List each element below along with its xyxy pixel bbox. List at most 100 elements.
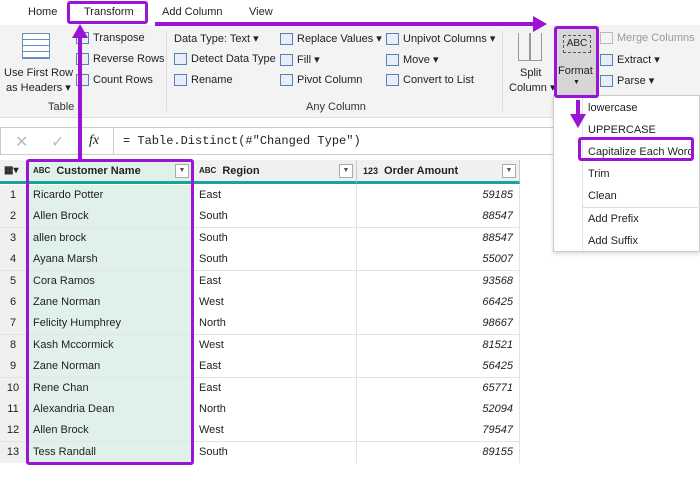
move-button[interactable]: Move ▾ xyxy=(386,53,438,66)
annotation-arrow-right xyxy=(155,22,535,26)
cell-region[interactable]: South xyxy=(193,249,357,271)
cell-order-amount[interactable]: 59185 xyxy=(357,185,520,206)
cell-region[interactable]: West xyxy=(193,420,357,442)
menu-item-clean[interactable]: Clean xyxy=(588,190,617,202)
arrow-head-right-icon xyxy=(533,16,547,32)
menu-item-add-suffix[interactable]: Add Suffix xyxy=(588,235,638,247)
table-icon xyxy=(22,33,50,59)
as-headers-label[interactable]: as Headers ▾ xyxy=(6,81,71,94)
filter-dropdown-icon[interactable]: ▼ xyxy=(339,164,353,178)
replace-values-button[interactable]: Replace Values ▾ xyxy=(280,32,382,45)
divider xyxy=(113,128,114,154)
row-number[interactable]: 3 xyxy=(0,227,27,249)
cell-region[interactable]: South xyxy=(193,441,357,463)
menu-item-lowercase[interactable]: lowercase xyxy=(588,102,638,114)
cell-region[interactable]: East xyxy=(193,356,357,378)
highlight-capitalize-item xyxy=(578,137,694,161)
pivot-column-button[interactable]: Pivot Column xyxy=(280,74,362,86)
column-header-region[interactable]: ABC Region ▼ xyxy=(193,160,357,184)
cell-region[interactable]: North xyxy=(193,313,357,335)
cell-order-amount[interactable]: 88547 xyxy=(357,206,520,228)
menu-item-trim[interactable]: Trim xyxy=(588,168,610,180)
highlight-customer-column xyxy=(26,159,194,465)
cancel-icon[interactable]: ✕ xyxy=(15,132,28,152)
number-type-icon: 123 xyxy=(363,165,379,176)
row-number[interactable]: 6 xyxy=(0,292,27,313)
tab-add-column[interactable]: Add Column xyxy=(162,6,223,18)
cell-region[interactable]: South xyxy=(193,227,357,249)
cell-order-amount[interactable]: 88547 xyxy=(357,227,520,249)
row-number[interactable]: 10 xyxy=(0,377,27,399)
parse-button[interactable]: Parse ▾ xyxy=(600,74,654,87)
row-number[interactable]: 12 xyxy=(0,420,27,442)
extract-button[interactable]: Extract ▾ xyxy=(600,53,660,66)
formula-input[interactable]: = Table.Distinct(#"Changed Type") xyxy=(123,134,361,148)
unpivot-columns-button[interactable]: Unpivot Columns ▾ xyxy=(386,32,495,45)
cell-order-amount[interactable]: 56425 xyxy=(357,356,520,378)
use-first-row-button[interactable]: Use First Row xyxy=(4,67,73,79)
replace-icon xyxy=(280,32,293,45)
fx-icon[interactable]: fx xyxy=(89,133,99,149)
detect-data-type-button[interactable]: Detect Data Type xyxy=(174,53,276,65)
tab-view[interactable]: View xyxy=(249,6,273,18)
split-label[interactable]: Split xyxy=(520,67,541,79)
rename-icon xyxy=(174,74,187,86)
convert-to-list-button[interactable]: Convert to List xyxy=(386,74,474,86)
row-number[interactable]: 9 xyxy=(0,356,27,378)
row-number[interactable]: 4 xyxy=(0,249,27,271)
cell-region[interactable]: South xyxy=(193,206,357,228)
cell-region[interactable]: East xyxy=(193,377,357,399)
text-type-icon: ABC xyxy=(199,166,217,175)
arrow-head-down-icon xyxy=(570,114,586,128)
cell-order-amount[interactable]: 55007 xyxy=(357,249,520,271)
split-column-button[interactable]: Column ▾ xyxy=(509,81,555,94)
merge-columns-button[interactable]: Merge Columns xyxy=(600,32,695,44)
select-all-corner[interactable]: ▦▾ xyxy=(0,160,27,184)
divider xyxy=(166,31,167,111)
divider xyxy=(582,207,700,208)
cell-order-amount[interactable]: 52094 xyxy=(357,399,520,420)
menu-item-uppercase[interactable]: UPPERCASE xyxy=(588,124,656,136)
cell-region[interactable]: East xyxy=(193,185,357,206)
cell-order-amount[interactable]: 98667 xyxy=(357,313,520,335)
row-number[interactable]: 8 xyxy=(0,334,27,356)
group-label-any-column: Any Column xyxy=(306,101,366,113)
cell-region[interactable]: East xyxy=(193,270,357,292)
split-column-icon xyxy=(518,33,542,61)
merge-icon xyxy=(600,32,613,44)
cell-order-amount[interactable]: 65771 xyxy=(357,377,520,399)
column-header-order-amount[interactable]: 123 Order Amount ▼ xyxy=(357,160,520,184)
cell-region[interactable]: North xyxy=(193,399,357,420)
tab-home[interactable]: Home xyxy=(28,6,57,18)
menu-item-add-prefix[interactable]: Add Prefix xyxy=(588,213,639,225)
row-number[interactable]: 5 xyxy=(0,270,27,292)
cell-order-amount[interactable]: 93568 xyxy=(357,270,520,292)
row-number[interactable]: 1 xyxy=(0,185,27,206)
cell-region[interactable]: West xyxy=(193,334,357,356)
cell-order-amount[interactable]: 89155 xyxy=(357,441,520,463)
data-type-dropdown[interactable]: Data Type: Text ▾ xyxy=(174,32,259,45)
list-icon xyxy=(386,74,399,86)
row-number[interactable]: 11 xyxy=(0,399,27,420)
detect-icon xyxy=(174,53,187,65)
filter-dropdown-icon[interactable]: ▼ xyxy=(502,164,516,178)
arrow-head-up-icon xyxy=(72,24,88,38)
group-label-table: Table xyxy=(48,101,75,113)
cell-order-amount[interactable]: 81521 xyxy=(357,334,520,356)
reverse-rows-button[interactable]: Reverse Rows xyxy=(76,53,165,65)
cell-order-amount[interactable]: 79547 xyxy=(357,420,520,442)
row-number[interactable]: 2 xyxy=(0,206,27,228)
row-number[interactable]: 13 xyxy=(0,441,27,463)
cell-region[interactable]: West xyxy=(193,292,357,313)
rename-button[interactable]: Rename xyxy=(174,74,233,86)
pivot-icon xyxy=(280,74,293,86)
fill-button[interactable]: Fill ▾ xyxy=(280,53,320,66)
annotation-arrow-up xyxy=(78,36,82,160)
formula-bar: ✕ ✓ fx = Table.Distinct(#"Changed Type") xyxy=(0,127,556,155)
count-rows-button[interactable]: Count Rows xyxy=(76,74,153,86)
cell-order-amount[interactable]: 66425 xyxy=(357,292,520,313)
highlight-transform-tab xyxy=(67,1,148,24)
row-number[interactable]: 7 xyxy=(0,313,27,335)
confirm-icon[interactable]: ✓ xyxy=(51,132,64,152)
extract-icon xyxy=(600,53,613,66)
